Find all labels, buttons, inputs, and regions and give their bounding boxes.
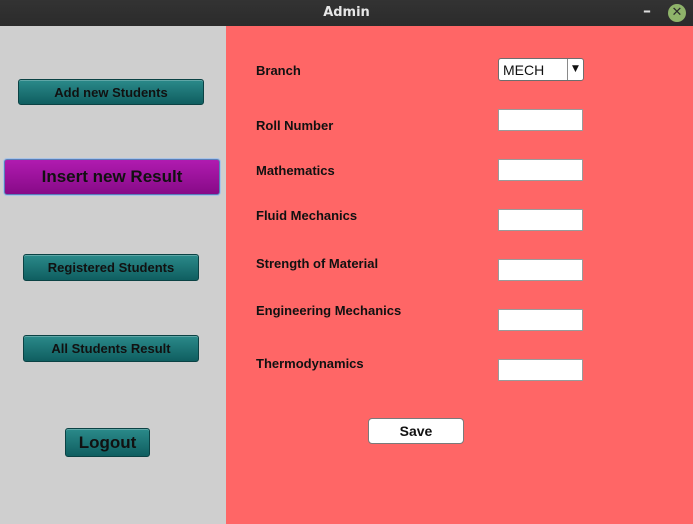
branch-select-value: MECH <box>503 61 545 78</box>
thermodynamics-input[interactable] <box>498 359 583 381</box>
sidebar: Add new Students Insert new Result Regis… <box>0 26 226 524</box>
add-new-students-button[interactable]: Add new Students <box>18 79 204 105</box>
roll-number-label: Roll Number <box>256 118 334 133</box>
roll-number-input[interactable] <box>498 109 583 131</box>
fluid-mechanics-label: Fluid Mechanics <box>256 208 358 223</box>
branch-select[interactable]: MECH ▼ <box>498 58 584 81</box>
mathematics-label: Mathematics <box>256 163 335 178</box>
engineering-mechanics-input[interactable] <box>498 309 583 331</box>
title-bar: Admin – ✕ <box>0 0 693 26</box>
thermodynamics-label: Thermodynamics <box>256 356 364 371</box>
window-title: Admin <box>323 5 370 20</box>
strength-of-material-input[interactable] <box>498 259 583 281</box>
all-students-result-button[interactable]: All Students Result <box>23 335 199 362</box>
close-icon[interactable]: ✕ <box>668 4 686 22</box>
save-button[interactable]: Save <box>368 418 464 444</box>
mathematics-input[interactable] <box>498 159 583 181</box>
chevron-down-icon[interactable]: ▼ <box>567 59 583 80</box>
insert-new-result-button[interactable]: Insert new Result <box>4 159 220 195</box>
minimize-icon[interactable]: – <box>640 2 654 22</box>
strength-of-material-label: Strength of Material <box>256 256 379 271</box>
registered-students-button[interactable]: Registered Students <box>23 254 199 281</box>
fluid-mechanics-input[interactable] <box>498 209 583 231</box>
result-form-panel: Branch MECH ▼ Roll Number Mathematics Fl… <box>226 26 693 524</box>
logout-button[interactable]: Logout <box>65 428 150 457</box>
branch-label: Branch <box>256 63 301 78</box>
engineering-mechanics-label: Engineering Mechanics <box>256 303 402 318</box>
